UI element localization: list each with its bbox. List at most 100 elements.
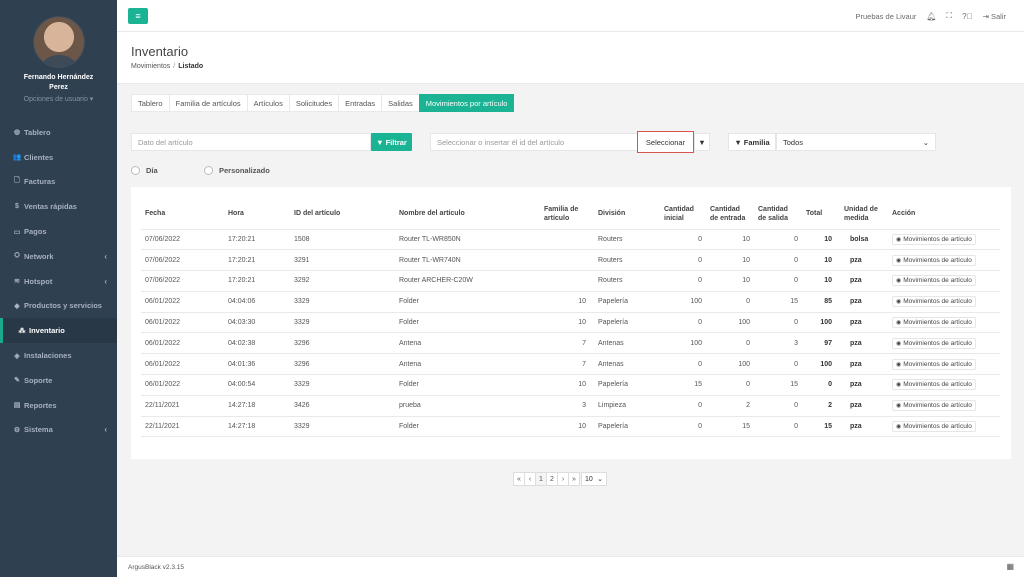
- topbar-right: Pruebas de Livaur 🔔︎ ⛶ ?⃝ ⇥ Salir: [856, 0, 1007, 32]
- sidebar-item-soporte[interactable]: ✎ Soporte: [0, 368, 117, 393]
- sidebar-item-pagos[interactable]: ▭ Pagos: [0, 219, 117, 244]
- sidebar-item-clientes[interactable]: 👥 Clientes: [0, 145, 117, 170]
- sidebar-item-productos-y-servicios[interactable]: ◆ Productos y servicios: [0, 294, 117, 319]
- filter-button-label: Filtrar: [385, 137, 407, 147]
- sidebar-item-label: Clientes: [24, 152, 54, 162]
- bell-icon[interactable]: 🔔︎: [926, 12, 936, 21]
- sidebar-item-inventario[interactable]: ⁂ Inventario: [0, 318, 117, 344]
- sidebar-item-ventas-r-pidas[interactable]: $ Ventas rápidas: [0, 194, 117, 219]
- sidebar-item-label: Hotspot: [24, 276, 53, 286]
- eye-icon: ◉: [896, 236, 902, 243]
- tab-movimientos-por-art-culo[interactable]: Movimientos por artículo: [418, 94, 515, 112]
- table-cell: 04:02:38: [224, 332, 290, 355]
- article-movements-button[interactable]: ◉ Movimientos de artículo: [892, 275, 976, 287]
- breadcrumb-movimientos[interactable]: Movimientos: [131, 63, 170, 70]
- logout-link[interactable]: ⇥ Salir: [983, 12, 1006, 21]
- article-movements-button[interactable]: ◉ Movimientos de artículo: [892, 379, 976, 391]
- table-cell: 10: [540, 312, 594, 334]
- tab-familia-de-art-culos[interactable]: Familia de artículos: [168, 94, 248, 112]
- radio-circle[interactable]: [131, 166, 140, 175]
- table-cell: pza: [840, 249, 888, 272]
- column-header[interactable]: Hora: [224, 199, 290, 230]
- article-movements-button[interactable]: ◉ Movimientos de artículo: [892, 317, 976, 329]
- table-cell: pza: [840, 291, 888, 313]
- table-cell: 17:20:21: [224, 249, 290, 272]
- table-cell: 04:00:54: [224, 374, 290, 396]
- article-movements-label: Movimientos de artículo: [903, 339, 972, 347]
- column-header[interactable]: Unidad de medida: [840, 199, 888, 230]
- gears-icon: ⚙: [13, 426, 21, 434]
- article-id-input[interactable]: Seleccionar o insertar él id del artícul…: [430, 133, 638, 151]
- chat-icon[interactable]: ▦: [1006, 562, 1014, 571]
- family-label: ▼ Familia: [728, 133, 776, 151]
- eye-icon: ◉: [896, 382, 902, 389]
- column-header[interactable]: Total: [802, 199, 840, 230]
- tab-salidas[interactable]: Salidas: [381, 94, 420, 112]
- table-cell: bolsa: [840, 229, 888, 251]
- fullscreen-icon[interactable]: ⛶: [947, 11, 953, 21]
- filter-button[interactable]: ▼ Filtrar: [371, 133, 412, 151]
- tab-entradas[interactable]: Entradas: [338, 94, 383, 112]
- movements-table: Fecha Hora ID del artículo Nombre del artíc…: [141, 199, 1000, 438]
- article-movements-button[interactable]: ◉ Movimientos de artículo: [892, 296, 976, 308]
- family-select[interactable]: Todos ⌄: [776, 133, 936, 151]
- radio-circle[interactable]: [204, 166, 213, 175]
- avatar[interactable]: [32, 16, 85, 68]
- article-movements-button[interactable]: ◉ Movimientos de artículo: [892, 421, 976, 433]
- page-size-value: 10: [585, 475, 593, 483]
- table-cell: 0: [660, 395, 706, 417]
- table-cell: 0: [754, 416, 802, 438]
- article-movements-button[interactable]: ◉ Movimientos de artículo: [892, 400, 976, 412]
- logout-icon: ⇥: [982, 11, 989, 21]
- table-cell: Router TL-WR850N: [395, 229, 540, 251]
- funnel-icon: ▼: [698, 137, 706, 147]
- table-cell-action: ◉ Movimientos de artículo: [888, 312, 1000, 334]
- help-icon[interactable]: ?⃝: [962, 12, 972, 21]
- table-cell-action: ◉ Movimientos de artículo: [888, 249, 1000, 272]
- table-cell: Router ARCHER-C20W: [395, 270, 540, 292]
- column-header[interactable]: Cantidad inicial: [660, 199, 706, 230]
- article-search-input[interactable]: Dato del artículo: [131, 133, 371, 151]
- tab-solicitudes[interactable]: Solicitudes: [288, 94, 340, 112]
- sidebar-item-hotspot[interactable]: ≋ Hotspot ‹: [0, 269, 117, 294]
- tab-tablero[interactable]: Tablero: [131, 94, 170, 112]
- sidebar-item-label: Productos y servicios: [24, 301, 102, 311]
- radio-custom[interactable]: Personalizado: [204, 166, 270, 175]
- user-options-dropdown[interactable]: Opciones de usuario ▾: [0, 95, 117, 103]
- column-header[interactable]: Familia de artículo: [540, 199, 594, 230]
- table-cell: Papelería: [594, 416, 660, 438]
- sidebar-item-label: Sistema: [24, 425, 53, 435]
- page-last-button[interactable]: »: [568, 472, 580, 486]
- column-header[interactable]: Acción: [888, 199, 1000, 230]
- radio-custom-label: Personalizado: [219, 166, 270, 175]
- table-cell: 0: [660, 229, 706, 251]
- column-header[interactable]: División: [594, 199, 660, 230]
- column-header[interactable]: ID del artículo: [290, 199, 395, 230]
- page-title: Inventario: [131, 44, 189, 59]
- page-size-select[interactable]: 10 ⌄: [581, 472, 607, 486]
- table-cell: 22/11/2021: [141, 395, 224, 417]
- column-header[interactable]: Nombre del artículo: [395, 199, 540, 230]
- table-cell: 10: [540, 416, 594, 438]
- radio-day[interactable]: Día: [131, 166, 158, 175]
- tab-art-culos[interactable]: Artículos: [246, 94, 290, 112]
- column-header[interactable]: Cantidad de entrada: [706, 199, 754, 230]
- sidebar-item-facturas[interactable]: 🗋 Facturas: [0, 170, 117, 195]
- menu-toggle-button[interactable]: ≡: [128, 8, 148, 24]
- funnel-filter-button[interactable]: ▼: [694, 133, 710, 151]
- table-row: 06/01/2022 04:02:38 3296 Antena 7 Antenas 100 0…: [141, 332, 1000, 355]
- article-movements-button[interactable]: ◉ Movimientos de artículo: [892, 337, 976, 349]
- article-movements-button[interactable]: ◉ Movimientos de artículo: [892, 233, 976, 245]
- table-cell: 0: [754, 249, 802, 272]
- sidebar-item-tablero[interactable]: ◍ Tablero: [0, 120, 117, 145]
- article-movements-button[interactable]: ◉ Movimientos de artículo: [892, 254, 976, 266]
- sidebar-item-network[interactable]: ⛭ Network ‹: [0, 244, 117, 269]
- sidebar-item-sistema[interactable]: ⚙ Sistema ‹: [0, 418, 117, 443]
- sidebar-item-instalaciones[interactable]: ◈ Instalaciones: [0, 343, 117, 368]
- table-cell-action: ◉ Movimientos de artículo: [888, 229, 1000, 251]
- article-movements-button[interactable]: ◉ Movimientos de artículo: [892, 358, 976, 370]
- column-header[interactable]: Fecha: [141, 199, 224, 230]
- select-button[interactable]: Seleccionar: [637, 131, 694, 153]
- column-header[interactable]: Cantidad de salida: [754, 199, 802, 230]
- sidebar-item-reportes[interactable]: ▤ Reportes: [0, 393, 117, 418]
